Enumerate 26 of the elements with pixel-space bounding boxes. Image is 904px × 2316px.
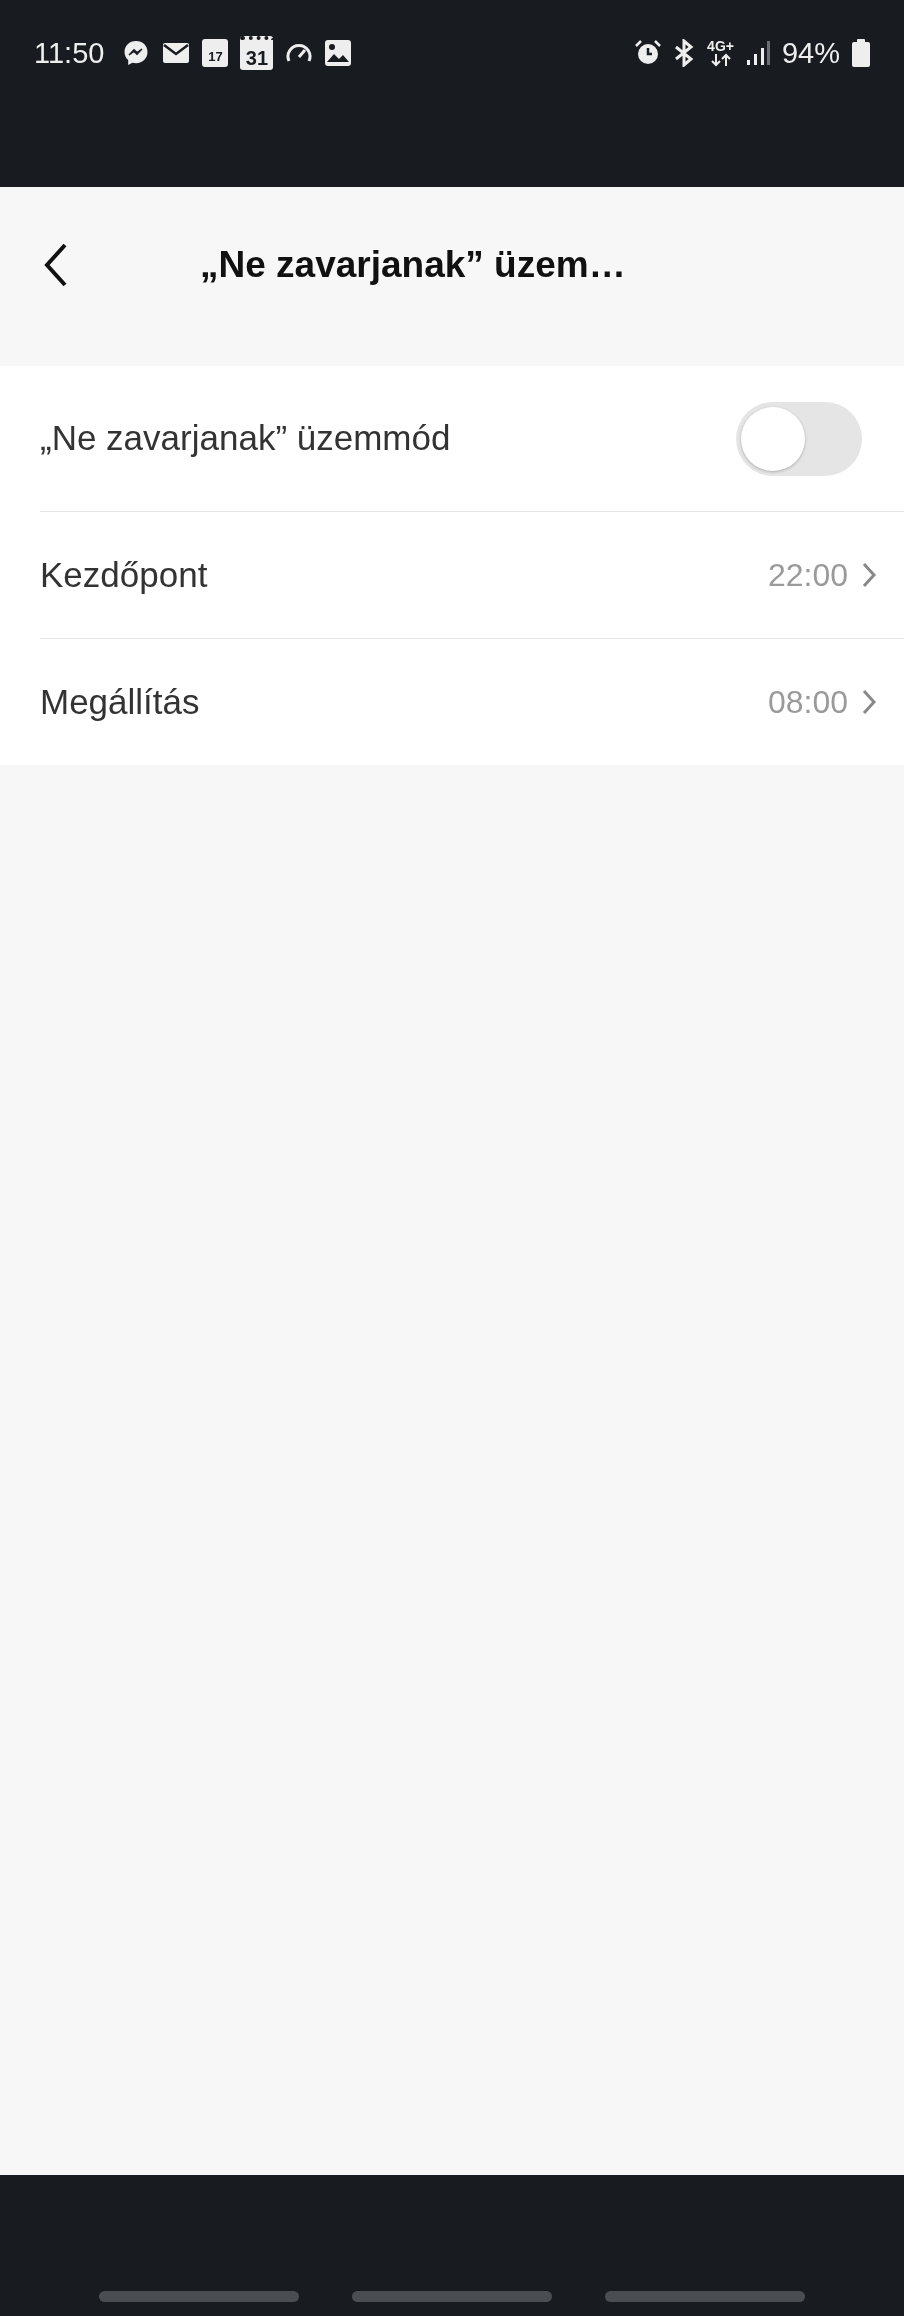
chevron-right-icon: [862, 562, 876, 588]
navigation-bar-pill[interactable]: [352, 2291, 552, 2302]
setting-label: „Ne zavarjanak” üzemmód: [40, 417, 451, 460]
chevron-right-icon: [862, 689, 876, 715]
navigation-bar-pill[interactable]: [99, 2291, 299, 2302]
setting-value: 08:00: [767, 683, 848, 722]
mail-icon: [162, 41, 191, 65]
setting-value: 22:00: [767, 556, 848, 595]
calendar-icon: 17: [202, 39, 229, 67]
setting-label: Kezdőpont: [40, 553, 208, 596]
alarm-icon: [635, 40, 662, 66]
bluetooth-icon: [673, 39, 696, 67]
setting-label: Megállítás: [40, 680, 200, 723]
image-icon: [325, 40, 352, 66]
settings-row[interactable]: Megállítás 08:00: [0, 639, 904, 765]
battery-icon: [852, 39, 870, 67]
network-indicator: 4G+: [707, 39, 734, 67]
status-time: 11:50: [34, 36, 105, 70]
calendar-icon: 31: [240, 36, 274, 70]
settings-row[interactable]: „Ne zavarjanak” üzemmód: [0, 366, 904, 511]
navigation-bar-pill[interactable]: [605, 2291, 805, 2302]
page-title: „Ne zavarjanak” üzem…: [200, 243, 626, 287]
battery-percentage: 94%: [781, 36, 840, 70]
settings-row[interactable]: Kezdőpont 22:00: [0, 512, 904, 638]
signal-icon: [745, 40, 770, 66]
speedometer-icon: [285, 42, 314, 64]
